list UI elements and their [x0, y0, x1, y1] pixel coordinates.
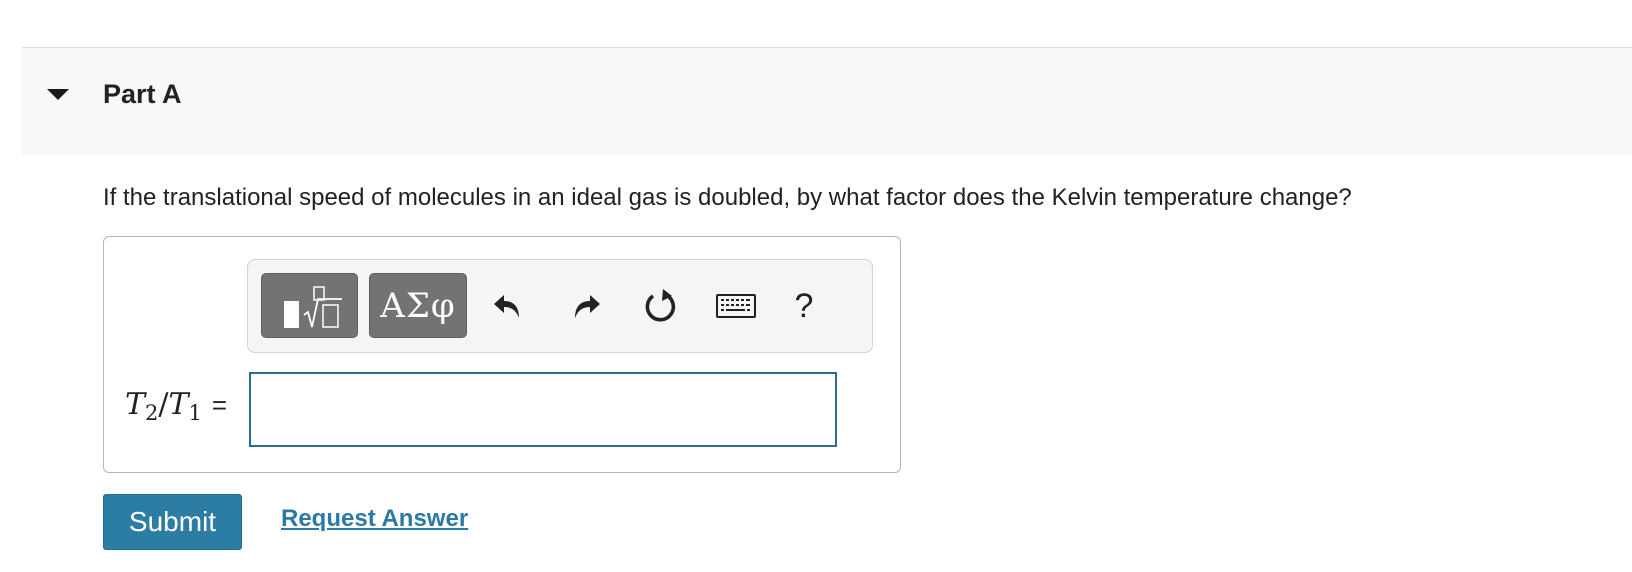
t1-subscript: 1: [188, 401, 202, 425]
submit-button[interactable]: Submit: [103, 494, 242, 550]
t1-symbol: T: [168, 387, 189, 422]
answer-input[interactable]: [249, 372, 837, 447]
variable-label: T2/T1 =: [125, 385, 227, 433]
help-button[interactable]: ?: [778, 280, 830, 332]
t2-subscript: 2: [145, 401, 159, 425]
slash-symbol: /: [158, 387, 169, 422]
undo-icon[interactable]: [483, 280, 535, 332]
part-header[interactable]: Part A: [22, 47, 1632, 155]
request-answer-link[interactable]: Request Answer: [281, 505, 468, 533]
templates-radical-icon[interactable]: [261, 273, 358, 338]
redo-icon[interactable]: [559, 280, 611, 332]
t2-symbol: T: [125, 387, 146, 422]
part-title: Part A: [103, 79, 182, 109]
answer-box: ΑΣφ ? T2/T1 =: [103, 236, 901, 473]
math-toolbar: ΑΣφ ?: [247, 259, 873, 353]
question-text: If the translational speed of molecules …: [103, 184, 1352, 211]
caret-down-icon[interactable]: [47, 89, 69, 100]
equals-sign: =: [211, 390, 228, 420]
symbols-button[interactable]: ΑΣφ: [369, 273, 467, 338]
reset-icon[interactable]: [635, 280, 687, 332]
keyboard-icon[interactable]: [710, 280, 762, 332]
